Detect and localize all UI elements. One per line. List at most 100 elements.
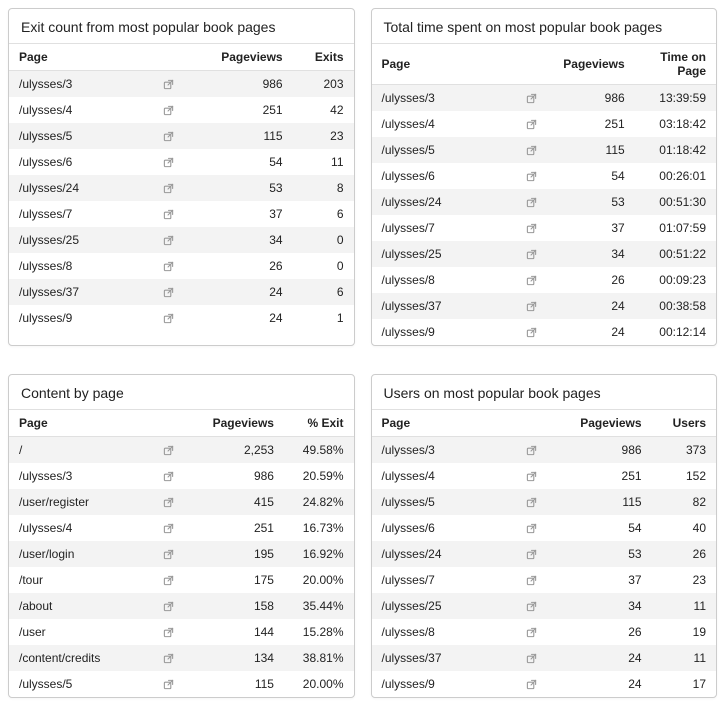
cell-page[interactable]: /user/register	[9, 489, 147, 515]
cell-icon[interactable]	[147, 593, 191, 619]
external-link-icon[interactable]	[163, 313, 174, 324]
cell-page[interactable]: /ulysses/37	[372, 645, 510, 671]
cell-icon[interactable]	[509, 593, 553, 619]
external-link-icon[interactable]	[526, 523, 537, 534]
cell-page[interactable]: /ulysses/5	[372, 489, 510, 515]
col-exits[interactable]: Exits	[293, 44, 354, 71]
cell-icon[interactable]	[509, 541, 553, 567]
cell-icon[interactable]	[509, 163, 553, 189]
col-pageviews[interactable]: Pageviews	[553, 410, 651, 437]
cell-icon[interactable]	[147, 227, 191, 253]
cell-page[interactable]: /ulysses/9	[9, 305, 147, 331]
external-link-icon[interactable]	[526, 497, 537, 508]
cell-page[interactable]: /ulysses/24	[372, 189, 510, 215]
cell-icon[interactable]	[509, 85, 553, 112]
cell-page[interactable]: /ulysses/4	[372, 111, 510, 137]
cell-page[interactable]: /ulysses/4	[9, 97, 147, 123]
cell-icon[interactable]	[147, 305, 191, 331]
col-users[interactable]: Users	[652, 410, 716, 437]
external-link-icon[interactable]	[163, 235, 174, 246]
cell-page[interactable]: /ulysses/3	[9, 463, 147, 489]
cell-page[interactable]: /ulysses/3	[372, 437, 510, 464]
cell-page[interactable]: /ulysses/37	[372, 293, 510, 319]
col-page[interactable]: Page	[9, 410, 147, 437]
external-link-icon[interactable]	[163, 445, 174, 456]
cell-page[interactable]: /ulysses/5	[9, 123, 147, 149]
cell-icon[interactable]	[509, 619, 553, 645]
external-link-icon[interactable]	[526, 601, 537, 612]
external-link-icon[interactable]	[526, 249, 537, 260]
cell-icon[interactable]	[147, 671, 191, 697]
external-link-icon[interactable]	[163, 601, 174, 612]
external-link-icon[interactable]	[526, 93, 537, 104]
external-link-icon[interactable]	[163, 261, 174, 272]
cell-icon[interactable]	[509, 215, 553, 241]
cell-page[interactable]: /ulysses/37	[9, 279, 147, 305]
col-pageviews[interactable]: Pageviews	[553, 44, 634, 85]
col-page[interactable]: Page	[9, 44, 147, 71]
cell-icon[interactable]	[147, 463, 191, 489]
external-link-icon[interactable]	[163, 287, 174, 298]
col-time-on-page[interactable]: Time on Page	[635, 44, 716, 85]
external-link-icon[interactable]	[526, 119, 537, 130]
cell-page[interactable]: /ulysses/5	[372, 137, 510, 163]
col-pageviews[interactable]: Pageviews	[191, 44, 293, 71]
external-link-icon[interactable]	[526, 275, 537, 286]
external-link-icon[interactable]	[526, 679, 537, 690]
external-link-icon[interactable]	[526, 575, 537, 586]
cell-page[interactable]: /ulysses/24	[9, 175, 147, 201]
cell-icon[interactable]	[509, 463, 553, 489]
cell-icon[interactable]	[147, 175, 191, 201]
cell-page[interactable]: /about	[9, 593, 147, 619]
cell-icon[interactable]	[147, 619, 191, 645]
external-link-icon[interactable]	[163, 131, 174, 142]
cell-page[interactable]: /ulysses/8	[372, 619, 510, 645]
cell-icon[interactable]	[509, 671, 553, 697]
external-link-icon[interactable]	[163, 471, 174, 482]
col-pct-exit[interactable]: % Exit	[284, 410, 354, 437]
cell-page[interactable]: /ulysses/8	[372, 267, 510, 293]
col-page[interactable]: Page	[372, 410, 510, 437]
cell-icon[interactable]	[509, 645, 553, 671]
col-pageviews[interactable]: Pageviews	[191, 410, 284, 437]
external-link-icon[interactable]	[526, 171, 537, 182]
cell-page[interactable]: /ulysses/8	[9, 253, 147, 279]
external-link-icon[interactable]	[163, 79, 174, 90]
external-link-icon[interactable]	[163, 183, 174, 194]
cell-icon[interactable]	[509, 111, 553, 137]
external-link-icon[interactable]	[526, 145, 537, 156]
cell-icon[interactable]	[509, 293, 553, 319]
col-page[interactable]: Page	[372, 44, 510, 85]
cell-page[interactable]: /ulysses/3	[9, 71, 147, 98]
cell-icon[interactable]	[147, 71, 191, 98]
external-link-icon[interactable]	[526, 627, 537, 638]
cell-icon[interactable]	[147, 541, 191, 567]
cell-icon[interactable]	[509, 489, 553, 515]
cell-icon[interactable]	[147, 201, 191, 227]
cell-icon[interactable]	[147, 437, 191, 464]
cell-icon[interactable]	[147, 567, 191, 593]
cell-icon[interactable]	[147, 489, 191, 515]
external-link-icon[interactable]	[163, 627, 174, 638]
external-link-icon[interactable]	[526, 301, 537, 312]
cell-icon[interactable]	[147, 123, 191, 149]
external-link-icon[interactable]	[163, 497, 174, 508]
cell-icon[interactable]	[147, 279, 191, 305]
cell-page[interactable]: /ulysses/6	[372, 163, 510, 189]
external-link-icon[interactable]	[163, 523, 174, 534]
cell-page[interactable]: /	[9, 437, 147, 464]
cell-icon[interactable]	[147, 645, 191, 671]
cell-page[interactable]: /ulysses/6	[372, 515, 510, 541]
cell-page[interactable]: /ulysses/25	[9, 227, 147, 253]
cell-page[interactable]: /ulysses/6	[9, 149, 147, 175]
cell-icon[interactable]	[147, 97, 191, 123]
cell-icon[interactable]	[509, 241, 553, 267]
cell-page[interactable]: /tour	[9, 567, 147, 593]
external-link-icon[interactable]	[163, 105, 174, 116]
external-link-icon[interactable]	[526, 445, 537, 456]
external-link-icon[interactable]	[163, 653, 174, 664]
cell-page[interactable]: /user	[9, 619, 147, 645]
cell-page[interactable]: /ulysses/5	[9, 671, 147, 697]
external-link-icon[interactable]	[526, 653, 537, 664]
cell-icon[interactable]	[509, 319, 553, 345]
